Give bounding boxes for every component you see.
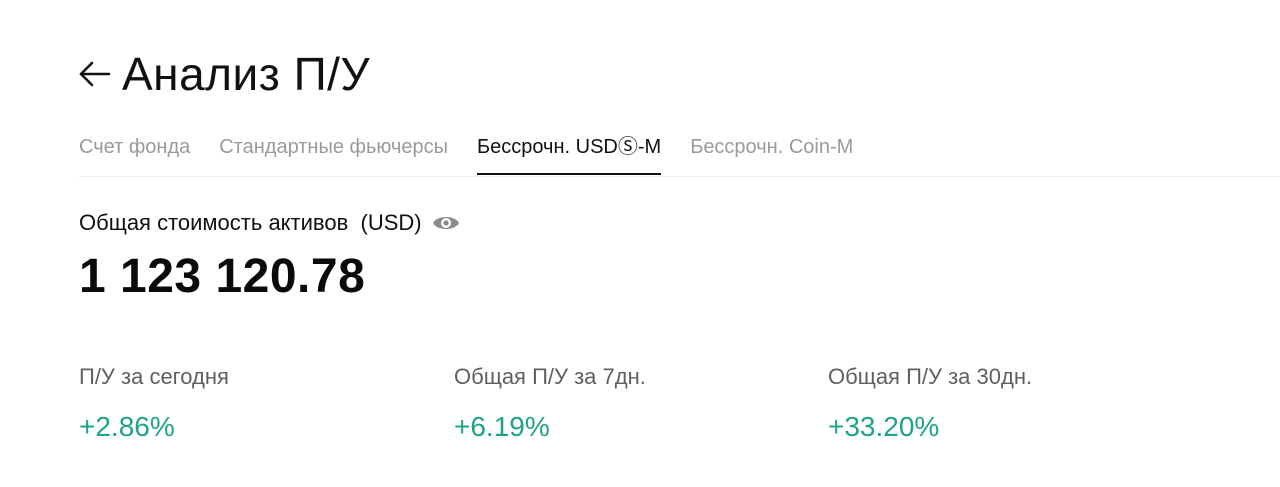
- eye-icon: [432, 217, 459, 229]
- arrow-left-icon: [79, 61, 111, 87]
- stat-label: П/У за сегодня: [79, 364, 229, 389]
- stat-7-days: Общая П/У за 7дн. +6.19%: [454, 358, 814, 447]
- back-button[interactable]: [78, 57, 112, 91]
- stat-value: +6.19%: [454, 411, 550, 442]
- page-header: Анализ П/У: [78, 44, 370, 104]
- pnl-stats: П/У за сегодня +2.86% Общая П/У за 7дн. …: [79, 358, 1229, 458]
- stat-30-days: Общая П/У за 30дн. +33.20%: [828, 358, 1188, 447]
- tab-fund-account[interactable]: Счет фонда: [79, 124, 190, 175]
- stat-value: +2.86%: [79, 411, 175, 442]
- tab-perpetual-coin-m[interactable]: Бессрочн. Coin-M: [690, 124, 853, 175]
- stat-label: Общая П/У за 7дн.: [454, 364, 646, 389]
- total-assets-value: 1 123 120.78: [79, 250, 366, 303]
- tab-bar: Счет фонда Стандартные фьючерсы Бессрочн…: [79, 124, 1280, 177]
- stat-label: Общая П/У за 30дн.: [828, 364, 1033, 389]
- tab-standard-futures[interactable]: Стандартные фьючерсы: [219, 124, 448, 175]
- total-assets-label: Общая стоимость активов (USD): [79, 210, 422, 235]
- stat-value: +33.20%: [828, 411, 940, 442]
- toggle-visibility-button[interactable]: [432, 209, 460, 237]
- page-title: Анализ П/У: [122, 48, 371, 100]
- total-assets-header: Общая стоимость активов (USD): [79, 205, 460, 241]
- stat-today: П/У за сегодня +2.86%: [79, 358, 439, 447]
- tab-perpetual-usds-m[interactable]: Бессрочн. USDⓈ-M: [477, 124, 662, 175]
- pnl-analysis-page: Анализ П/У Счет фонда Стандартные фьючер…: [0, 0, 1280, 487]
